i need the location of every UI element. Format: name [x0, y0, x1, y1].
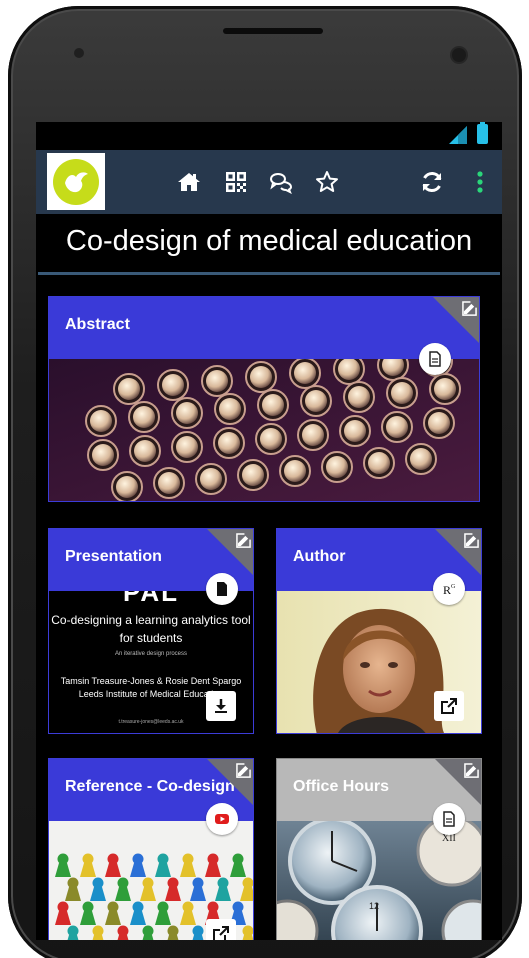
star-icon[interactable]	[314, 169, 340, 195]
slide-line: Tamsin Treasure-Jones & Rosie Dent Sparg…	[60, 676, 242, 686]
card-office-hours[interactable]: XII 12 Office Hours	[276, 758, 482, 940]
card-presentation[interactable]: "PAL" Co-designing a learning analytics …	[48, 528, 254, 734]
external-link-icon[interactable]	[206, 919, 236, 940]
logo-bird-icon	[53, 158, 99, 205]
edit-icon[interactable]	[236, 763, 251, 778]
slide-line: An iterative design process	[114, 651, 188, 657]
card-author[interactable]: Author RG	[276, 528, 482, 734]
front-camera	[452, 48, 466, 62]
download-icon[interactable]	[206, 691, 236, 721]
signal-icon	[449, 126, 467, 144]
researchgate-icon[interactable]: RG	[433, 573, 465, 605]
document-icon[interactable]	[419, 343, 451, 375]
status-bar	[36, 122, 502, 150]
typewriter-image	[49, 359, 479, 501]
proximity-sensor	[74, 48, 84, 58]
more-vert-icon[interactable]	[467, 169, 493, 195]
qr-code-icon[interactable]	[223, 169, 249, 195]
card-title: Abstract	[49, 297, 479, 359]
battery-icon	[477, 122, 488, 144]
edit-icon[interactable]	[236, 533, 251, 548]
svg-text:R: R	[443, 583, 451, 597]
svg-text:G: G	[451, 584, 456, 590]
screen: Co-design of medical education Abstract	[36, 122, 502, 940]
edit-icon[interactable]	[464, 533, 479, 548]
edit-icon[interactable]	[462, 301, 477, 316]
edit-icon[interactable]	[464, 763, 479, 778]
file-icon[interactable]	[206, 573, 238, 605]
title-divider	[38, 272, 500, 275]
clocks-image: XII 12	[277, 821, 481, 940]
app-bar	[36, 150, 502, 214]
refresh-icon[interactable]	[419, 169, 445, 195]
document-icon[interactable]	[433, 803, 465, 835]
chat-icon[interactable]	[268, 169, 294, 195]
card-reference[interactable]: Reference - Co-design	[48, 758, 254, 940]
app-logo[interactable]	[47, 153, 105, 210]
card-abstract[interactable]: Abstract	[48, 296, 480, 502]
slide-line: Co-designing a learning analytics tool	[51, 613, 251, 627]
earpiece	[223, 28, 323, 34]
page-title: Co-design of medical education	[65, 225, 473, 257]
slide-line: for students	[119, 631, 183, 645]
external-link-icon[interactable]	[434, 691, 464, 721]
youtube-icon[interactable]	[206, 803, 238, 835]
home-icon[interactable]	[176, 169, 202, 195]
